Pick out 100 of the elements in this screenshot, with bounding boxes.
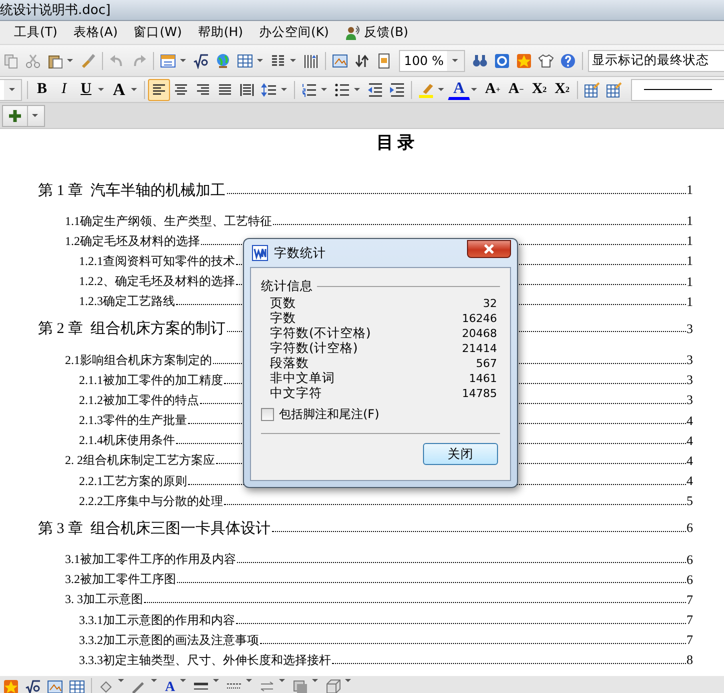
- page-number: 3: [686, 372, 693, 388]
- toc-entry[interactable]: 3.2被加工零件工序图: [65, 571, 176, 588]
- dropdown-caret-icon: [31, 113, 39, 118]
- dropdown-caret-icon[interactable]: [289, 58, 297, 63]
- page-number: 4: [686, 412, 693, 429]
- increase-indent-icon: [389, 82, 405, 98]
- dropdown-caret-icon[interactable]: [150, 678, 158, 683]
- menu-item[interactable]: 办公空间(K): [250, 22, 337, 43]
- toc-entry[interactable]: 第 2 章 组合机床方案的制订: [38, 319, 226, 338]
- dropdown-caret-icon: [451, 58, 459, 63]
- redo-icon: [131, 52, 147, 68]
- menu-item[interactable]: 工具(T): [6, 22, 66, 43]
- stat-value: 32: [483, 297, 497, 310]
- add-button[interactable]: [2, 104, 45, 126]
- toc-entry[interactable]: 3.3.1加工示意图的作用和内容: [79, 612, 235, 629]
- checkbox[interactable]: [261, 408, 274, 421]
- toc-entry[interactable]: 3. 3加工示意图: [65, 591, 143, 608]
- star-icon: [3, 679, 19, 693]
- toc-entry[interactable]: 1.2.1查阅资料可知零件的技术: [79, 252, 235, 270]
- stat-label: 非中文单词: [270, 370, 335, 386]
- toc-entry[interactable]: 1.1确定生产纲领、生产类型、工艺特征: [65, 212, 272, 230]
- dropdown-caret-icon[interactable]: [245, 678, 253, 683]
- markup-view-field[interactable]: 显示标记的最终状态: [588, 50, 724, 72]
- toc-entry[interactable]: 3.3.3初定主轴类型、尺寸、外伸长度和选择接杆: [79, 652, 331, 669]
- align-left-icon: [151, 82, 167, 98]
- font-color-button[interactable]: A: [448, 80, 470, 100]
- dropdown-caret-icon[interactable]: [437, 87, 445, 92]
- zoom-field[interactable]: 100 %: [399, 50, 465, 72]
- dropdown-caret-icon[interactable]: [311, 678, 319, 683]
- star-icon: [516, 52, 532, 68]
- shadow-icon: [292, 679, 308, 693]
- font-color-button[interactable]: A: [161, 678, 179, 693]
- toc-entry[interactable]: 2.2.2工序集中与分散的处理: [79, 492, 223, 510]
- align-left-button[interactable]: [148, 78, 170, 100]
- toc-entry[interactable]: 第 1 章 汽车半轴的机械加工: [38, 180, 226, 200]
- dropdown-caret-icon[interactable]: [280, 87, 288, 92]
- stat-value: 14785: [462, 387, 497, 400]
- toc-entry[interactable]: 3.3.2加工示意图的画法及注意事项: [79, 632, 259, 649]
- toc-entry[interactable]: 2.1.3零件的生产批量: [79, 412, 187, 430]
- dropdown-caret-icon[interactable]: [278, 678, 286, 683]
- wordart-icon: [25, 679, 41, 693]
- toc-entry[interactable]: 2. 2组合机床制定工艺方案应: [65, 452, 215, 470]
- page-number: 6: [686, 552, 693, 568]
- picture-icon: [47, 679, 63, 693]
- toc-entry[interactable]: 2.1.4机床使用条件: [79, 432, 175, 450]
- dropdown-caret-icon[interactable]: [353, 87, 361, 92]
- dropdown-caret-icon[interactable]: [470, 87, 478, 92]
- window-title: 统设计说明书.doc]: [0, 2, 111, 19]
- dropdown-caret-icon[interactable]: [179, 58, 187, 63]
- line-style-field[interactable]: [630, 78, 724, 100]
- text-effect-button[interactable]: A: [108, 78, 130, 100]
- stat-value: 20468: [462, 327, 497, 340]
- page-number: 1: [686, 253, 693, 270]
- toc-entry[interactable]: 2.1.1被加工零件的加工精度: [79, 372, 223, 389]
- page-number: 4: [686, 452, 693, 469]
- toc-entry[interactable]: 2.1.2被加工零件的特点: [79, 392, 199, 409]
- dropdown-caret-icon[interactable]: [179, 678, 187, 683]
- align-right-icon: [195, 82, 211, 98]
- toc-entry[interactable]: 2.1影响组合机床方案制定的: [65, 352, 212, 369]
- dropdown-caret-icon[interactable]: [130, 87, 138, 92]
- menu-item[interactable]: 表格(A): [65, 22, 126, 43]
- page-number: 6: [686, 572, 693, 588]
- dropdown-caret-icon[interactable]: [344, 678, 352, 683]
- checkbox-label[interactable]: 包括脚注和尾注(F): [279, 406, 380, 423]
- dropdown-caret-icon[interactable]: [117, 678, 125, 683]
- align-center-icon: [173, 82, 189, 98]
- menu-item[interactable]: 帮助(H): [190, 22, 251, 43]
- page-number: 1: [686, 233, 693, 250]
- dropdown-caret-icon[interactable]: [320, 87, 328, 92]
- justify-icon: [217, 82, 233, 98]
- toc-entry[interactable]: 1.2.2、确定毛坯及材料的选择: [79, 273, 235, 290]
- table-edit-icon: [584, 82, 600, 98]
- page-number: 3: [686, 392, 693, 408]
- toc-entry[interactable]: 2.2.1工艺方案的原则: [79, 472, 187, 490]
- toc-entry[interactable]: 1.2确定毛坯及材料的选择: [65, 232, 200, 250]
- toc-entry[interactable]: 3.1被加工零件工序的作用及内容: [65, 551, 236, 568]
- close-button[interactable]: [467, 240, 511, 258]
- menu-item[interactable]: 反馈(B): [336, 22, 416, 43]
- menu-item[interactable]: 窗口(W): [126, 22, 190, 43]
- page-number: 6: [686, 520, 693, 536]
- underline-button[interactable]: U: [75, 78, 97, 100]
- table-edit-icon: [606, 82, 622, 98]
- stat-value: 21414: [462, 342, 497, 355]
- close-dialog-button[interactable]: 关闭: [423, 443, 498, 465]
- page-number: 3: [686, 352, 693, 368]
- bold-button[interactable]: B: [31, 78, 53, 100]
- dropdown-caret-icon[interactable]: [256, 58, 264, 63]
- text-direction-icon: [303, 52, 319, 68]
- copy-icon: [3, 52, 19, 68]
- page-number: 1: [686, 182, 693, 198]
- dropdown-caret-icon[interactable]: [66, 58, 74, 63]
- toc-entry[interactable]: 1.2.3确定工艺路线: [79, 293, 175, 310]
- italic-button[interactable]: I: [53, 78, 75, 100]
- stat-value: 16246: [462, 312, 497, 325]
- dropdown-caret-icon[interactable]: [212, 678, 220, 683]
- font-size-field[interactable]: [0, 78, 22, 100]
- dropdown-caret-icon[interactable]: [97, 87, 105, 92]
- toc-entry[interactable]: 第 3 章 组合机床三图一卡具体设计: [38, 518, 270, 538]
- page-number: 1: [686, 294, 693, 310]
- app-logo-icon: [252, 245, 268, 261]
